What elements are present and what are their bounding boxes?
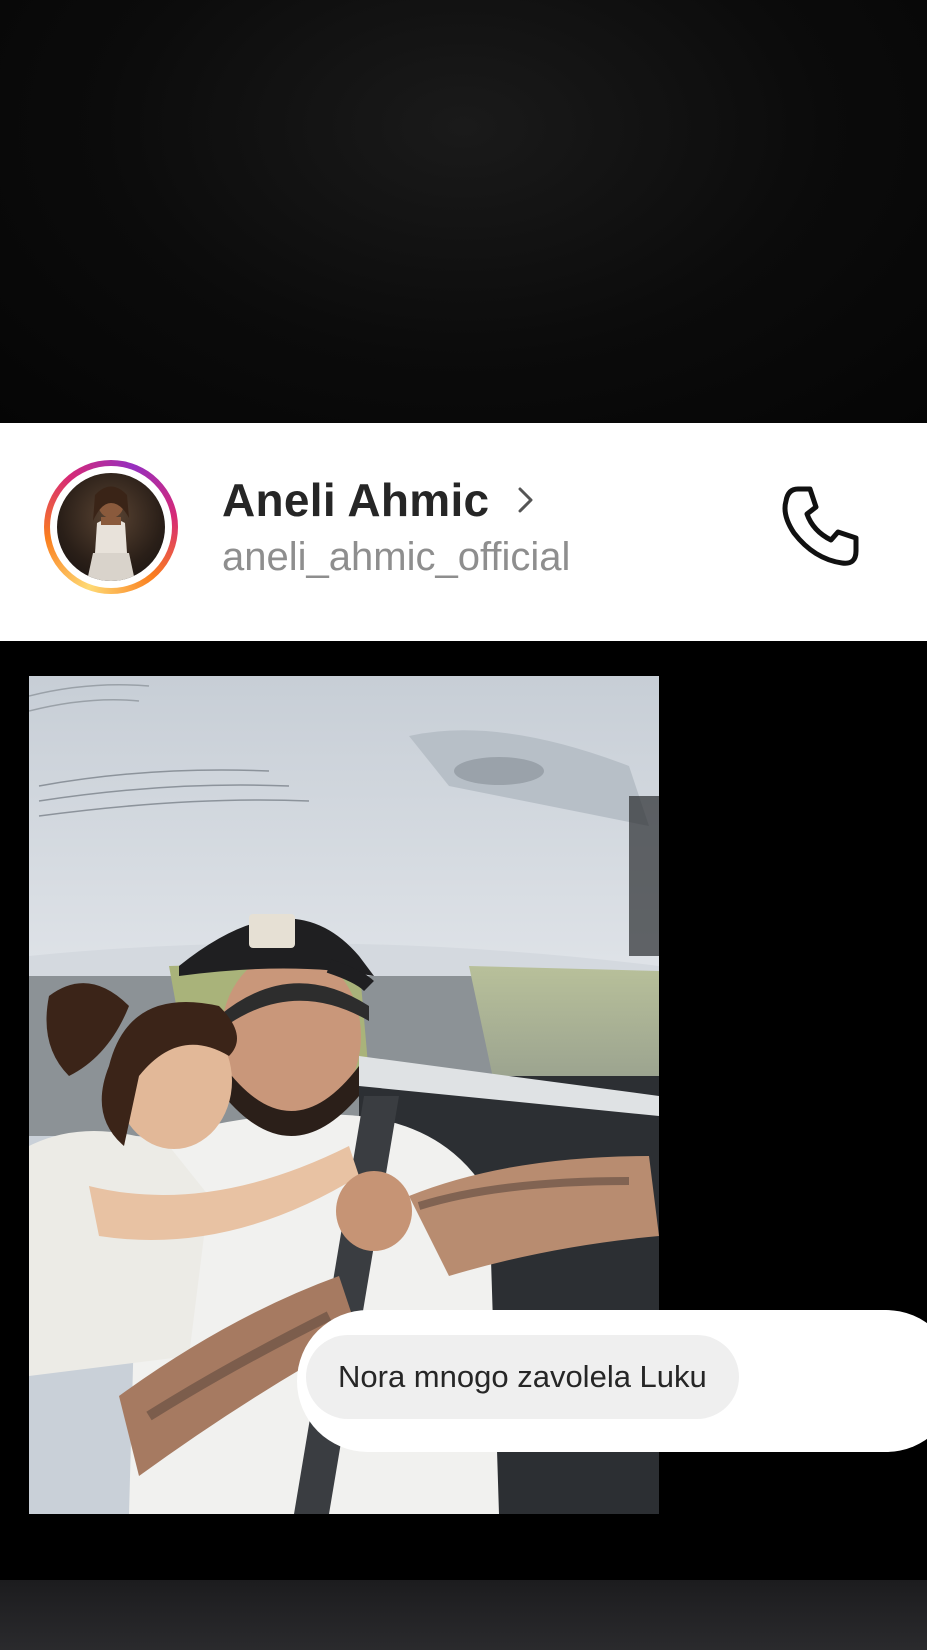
- reply-bubble[interactable]: Nora mnogo zavolela Luku: [306, 1335, 739, 1419]
- bottom-bar: [0, 1580, 927, 1650]
- chevron-right-icon[interactable]: [515, 485, 537, 515]
- username: aneli_ahmic_official: [222, 535, 571, 579]
- name-row[interactable]: Aneli Ahmic: [222, 473, 537, 527]
- story-ring[interactable]: [44, 460, 178, 594]
- reply-text: Nora mnogo zavolela Luku: [338, 1359, 707, 1394]
- avatar[interactable]: [57, 473, 165, 581]
- call-button[interactable]: [776, 483, 866, 573]
- phone-icon: [782, 486, 859, 566]
- avatar-gap: [50, 466, 172, 588]
- display-name[interactable]: Aneli Ahmic: [222, 473, 489, 527]
- avatar-figure: [87, 486, 135, 581]
- profile-header[interactable]: Aneli Ahmic aneli_ahmic_official: [0, 423, 927, 641]
- story-top-background: [0, 0, 927, 423]
